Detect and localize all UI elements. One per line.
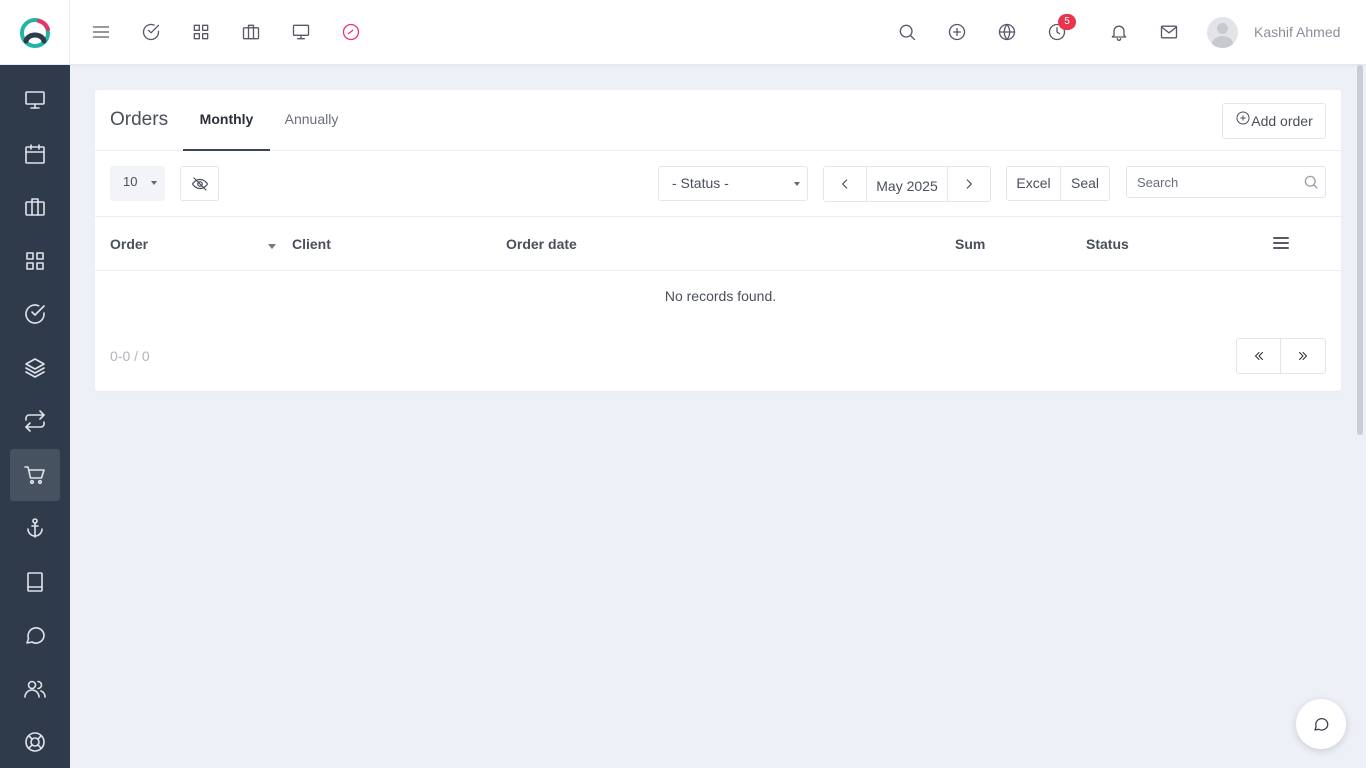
status-filter-value: - Status - xyxy=(672,175,729,191)
monitor-icon xyxy=(25,91,45,109)
avatar xyxy=(1207,16,1238,48)
search-icon[interactable] xyxy=(894,19,920,45)
pagination-range: 0-0 / 0 xyxy=(110,348,150,364)
check-circle-icon xyxy=(25,304,45,324)
page-size-value: 10 xyxy=(123,174,138,189)
app-logo[interactable] xyxy=(0,0,70,65)
sidebar-item-knowledge[interactable] xyxy=(10,556,60,608)
message-circle-icon xyxy=(1314,718,1329,731)
export-seal-button[interactable]: Seal xyxy=(1061,167,1109,200)
chevrons-right-icon xyxy=(1298,351,1308,361)
repeat-icon xyxy=(25,410,45,432)
clock-icon[interactable]: 5 xyxy=(1044,14,1076,45)
column-header-client[interactable]: Client xyxy=(292,217,331,271)
current-month[interactable]: May 2025 xyxy=(866,167,948,201)
table-toolbar: 10 - Status - May 2025 Excel Seal xyxy=(95,151,1341,217)
plus-circle-icon xyxy=(1236,111,1250,125)
tab-monthly[interactable]: Monthly xyxy=(183,90,270,151)
life-buoy-icon xyxy=(25,732,45,752)
sidebar-item-orders[interactable] xyxy=(10,449,60,501)
export-buttons: Excel Seal xyxy=(1006,166,1110,201)
chevron-down-icon xyxy=(151,181,157,185)
monitor-icon[interactable] xyxy=(288,19,314,45)
chevron-down-icon xyxy=(794,182,800,186)
column-visibility-button[interactable] xyxy=(180,166,219,201)
mail-icon[interactable] xyxy=(1156,19,1182,45)
sort-desc-icon[interactable] xyxy=(268,244,276,249)
calendar-icon xyxy=(25,144,45,164)
sidebar-item-support[interactable] xyxy=(10,716,60,768)
menu-icon[interactable] xyxy=(88,19,114,45)
cart-icon xyxy=(24,466,45,485)
top-bar: 5 Kashif Ahmed xyxy=(0,0,1366,65)
sidebar-item-transactions[interactable] xyxy=(10,395,60,447)
user-menu[interactable]: Kashif Ahmed xyxy=(1207,16,1340,48)
previous-month-button[interactable] xyxy=(824,167,866,201)
empty-state-message: No records found. xyxy=(664,288,777,304)
grid-icon[interactable] xyxy=(188,19,214,45)
briefcase-icon[interactable] xyxy=(238,19,264,45)
search-input[interactable] xyxy=(1127,167,1287,197)
month-picker: May 2025 xyxy=(823,166,991,202)
message-circle-icon xyxy=(26,627,45,644)
logo-icon xyxy=(19,17,50,48)
page-size-select[interactable]: 10 xyxy=(110,166,165,201)
chevron-left-icon xyxy=(842,179,848,189)
chevrons-left-icon xyxy=(1254,351,1263,361)
sidebar-item-tasks[interactable] xyxy=(10,288,60,340)
card-header: Orders Monthly Annually Add order xyxy=(95,90,1341,151)
sidebar-item-users[interactable] xyxy=(10,663,60,715)
eye-off-icon xyxy=(191,176,208,191)
layers-icon xyxy=(25,358,45,378)
check-circle-icon[interactable] xyxy=(138,19,164,45)
user-name: Kashif Ahmed xyxy=(1254,24,1341,40)
chat-button[interactable] xyxy=(1296,699,1346,749)
add-order-button[interactable]: Add order xyxy=(1222,103,1326,139)
add-order-label: Add order xyxy=(1251,113,1313,129)
column-header-sum[interactable]: Sum xyxy=(955,217,985,271)
anchor-icon xyxy=(27,518,43,538)
bell-icon[interactable] xyxy=(1106,19,1132,45)
clock-pink-icon[interactable] xyxy=(338,19,364,45)
briefcase-icon xyxy=(25,198,45,216)
search-icon[interactable] xyxy=(1302,173,1320,191)
column-header-order-date[interactable]: Order date xyxy=(506,217,577,271)
sidebar-item-layers[interactable] xyxy=(10,342,60,394)
globe-icon[interactable] xyxy=(994,19,1020,45)
page-scrollbar[interactable] xyxy=(1357,65,1363,435)
sidebar-item-apps[interactable] xyxy=(10,235,60,287)
last-page-button[interactable] xyxy=(1281,339,1325,373)
sidebar-item-projects[interactable] xyxy=(10,181,60,233)
first-page-button[interactable] xyxy=(1237,339,1281,373)
grid-icon xyxy=(26,252,44,270)
next-month-button[interactable] xyxy=(948,167,990,201)
users-icon xyxy=(24,680,46,698)
book-icon xyxy=(27,572,43,592)
plus-circle-icon[interactable] xyxy=(944,19,970,45)
search-box xyxy=(1126,166,1326,198)
sidebar-item-dashboard[interactable] xyxy=(10,74,60,126)
sidebar-item-calendar[interactable] xyxy=(10,128,60,180)
page-title: Orders xyxy=(110,109,169,130)
export-excel-button[interactable]: Excel xyxy=(1007,167,1061,200)
orders-card: Orders Monthly Annually Add order 10 - S… xyxy=(95,90,1341,391)
sidebar-item-anchor[interactable] xyxy=(10,502,60,554)
column-header-status[interactable]: Status xyxy=(1086,217,1129,271)
column-menu-icon[interactable] xyxy=(1273,237,1289,251)
pagination xyxy=(1236,338,1326,374)
tab-annually[interactable]: Annually xyxy=(274,90,349,151)
chevron-right-icon xyxy=(966,179,972,189)
column-header-order[interactable]: Order xyxy=(110,217,148,271)
reminders-badge: 5 xyxy=(1058,14,1076,30)
sidebar-item-messages[interactable] xyxy=(10,609,60,661)
table-header: Order Client Order date Sum Status xyxy=(95,217,1341,271)
sidebar xyxy=(0,65,70,768)
status-filter-select[interactable]: - Status - xyxy=(658,166,808,201)
